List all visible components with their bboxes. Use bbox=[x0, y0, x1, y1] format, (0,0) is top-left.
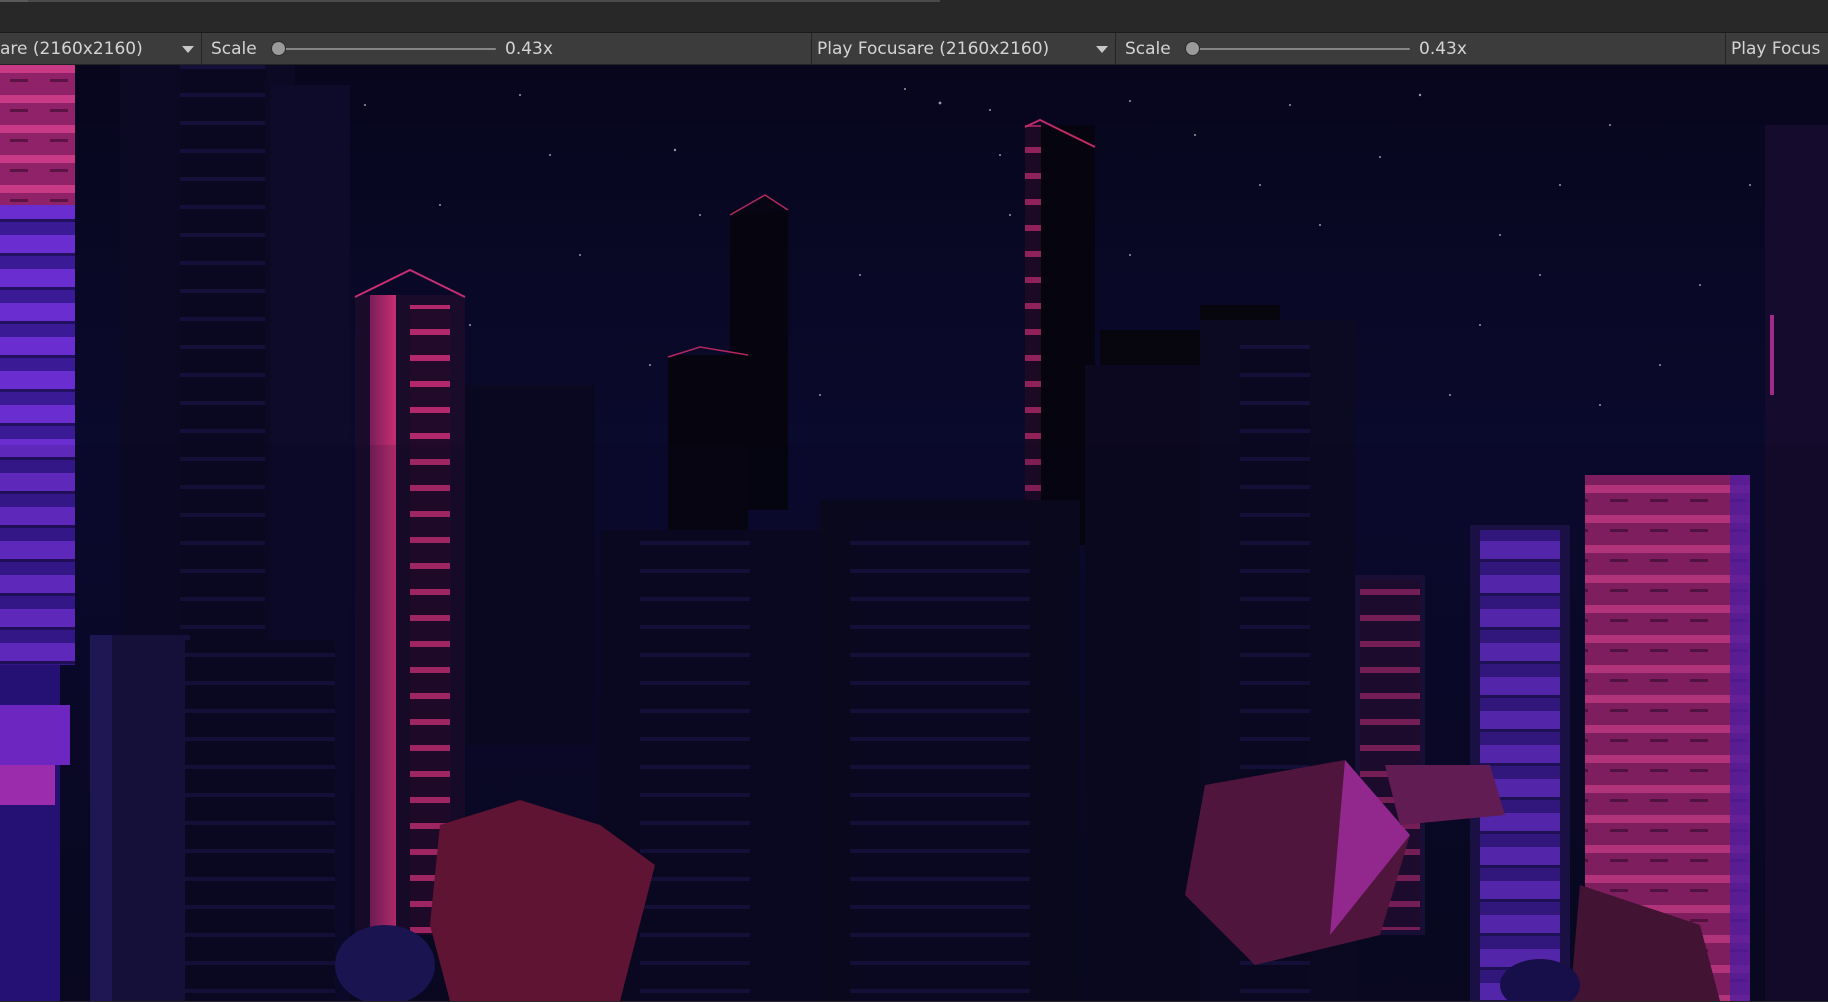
tab-highlight bbox=[0, 0, 28, 2]
resolution-dropdown-middle[interactable]: Play Focusare (2160x2160) bbox=[817, 33, 1107, 64]
scale-value: 0.43x bbox=[1419, 33, 1467, 64]
scale-label-text: Scale bbox=[1125, 38, 1171, 59]
divider bbox=[1725, 33, 1726, 64]
scale-label: Scale bbox=[211, 33, 257, 64]
scale-label-text: Scale bbox=[211, 38, 257, 59]
resolution-label: Play Focusare (2160x2160) bbox=[817, 38, 1050, 59]
scale-slider-track[interactable] bbox=[1192, 48, 1410, 50]
game-view-toolbar: are (2160x2160) Scale 0.43x Play Focusar… bbox=[0, 33, 1828, 65]
scale-label: Scale bbox=[1125, 33, 1171, 64]
divider bbox=[1115, 33, 1116, 64]
divider bbox=[811, 33, 812, 64]
city-night-scene bbox=[0, 65, 1828, 1001]
chevron-down-icon[interactable] bbox=[182, 46, 194, 53]
scale-slider-track[interactable] bbox=[278, 48, 496, 50]
game-view-viewport[interactable] bbox=[0, 65, 1828, 1001]
resolution-label: are (2160x2160) bbox=[0, 38, 143, 59]
scale-slider-handle[interactable] bbox=[1186, 42, 1199, 55]
resolution-dropdown-right[interactable]: Play Focus bbox=[1731, 33, 1820, 64]
resolution-dropdown-left[interactable]: are (2160x2160) bbox=[0, 33, 196, 64]
tab-highlight bbox=[28, 0, 940, 2]
divider bbox=[201, 33, 202, 64]
window-tab-strip bbox=[0, 0, 1828, 33]
resolution-label: Play Focus bbox=[1731, 38, 1821, 59]
chevron-down-icon[interactable] bbox=[1096, 46, 1108, 53]
scale-value-text: 0.43x bbox=[505, 38, 553, 59]
scale-slider-handle[interactable] bbox=[272, 42, 285, 55]
scale-value: 0.43x bbox=[505, 33, 553, 64]
scale-value-text: 0.43x bbox=[1419, 38, 1467, 59]
